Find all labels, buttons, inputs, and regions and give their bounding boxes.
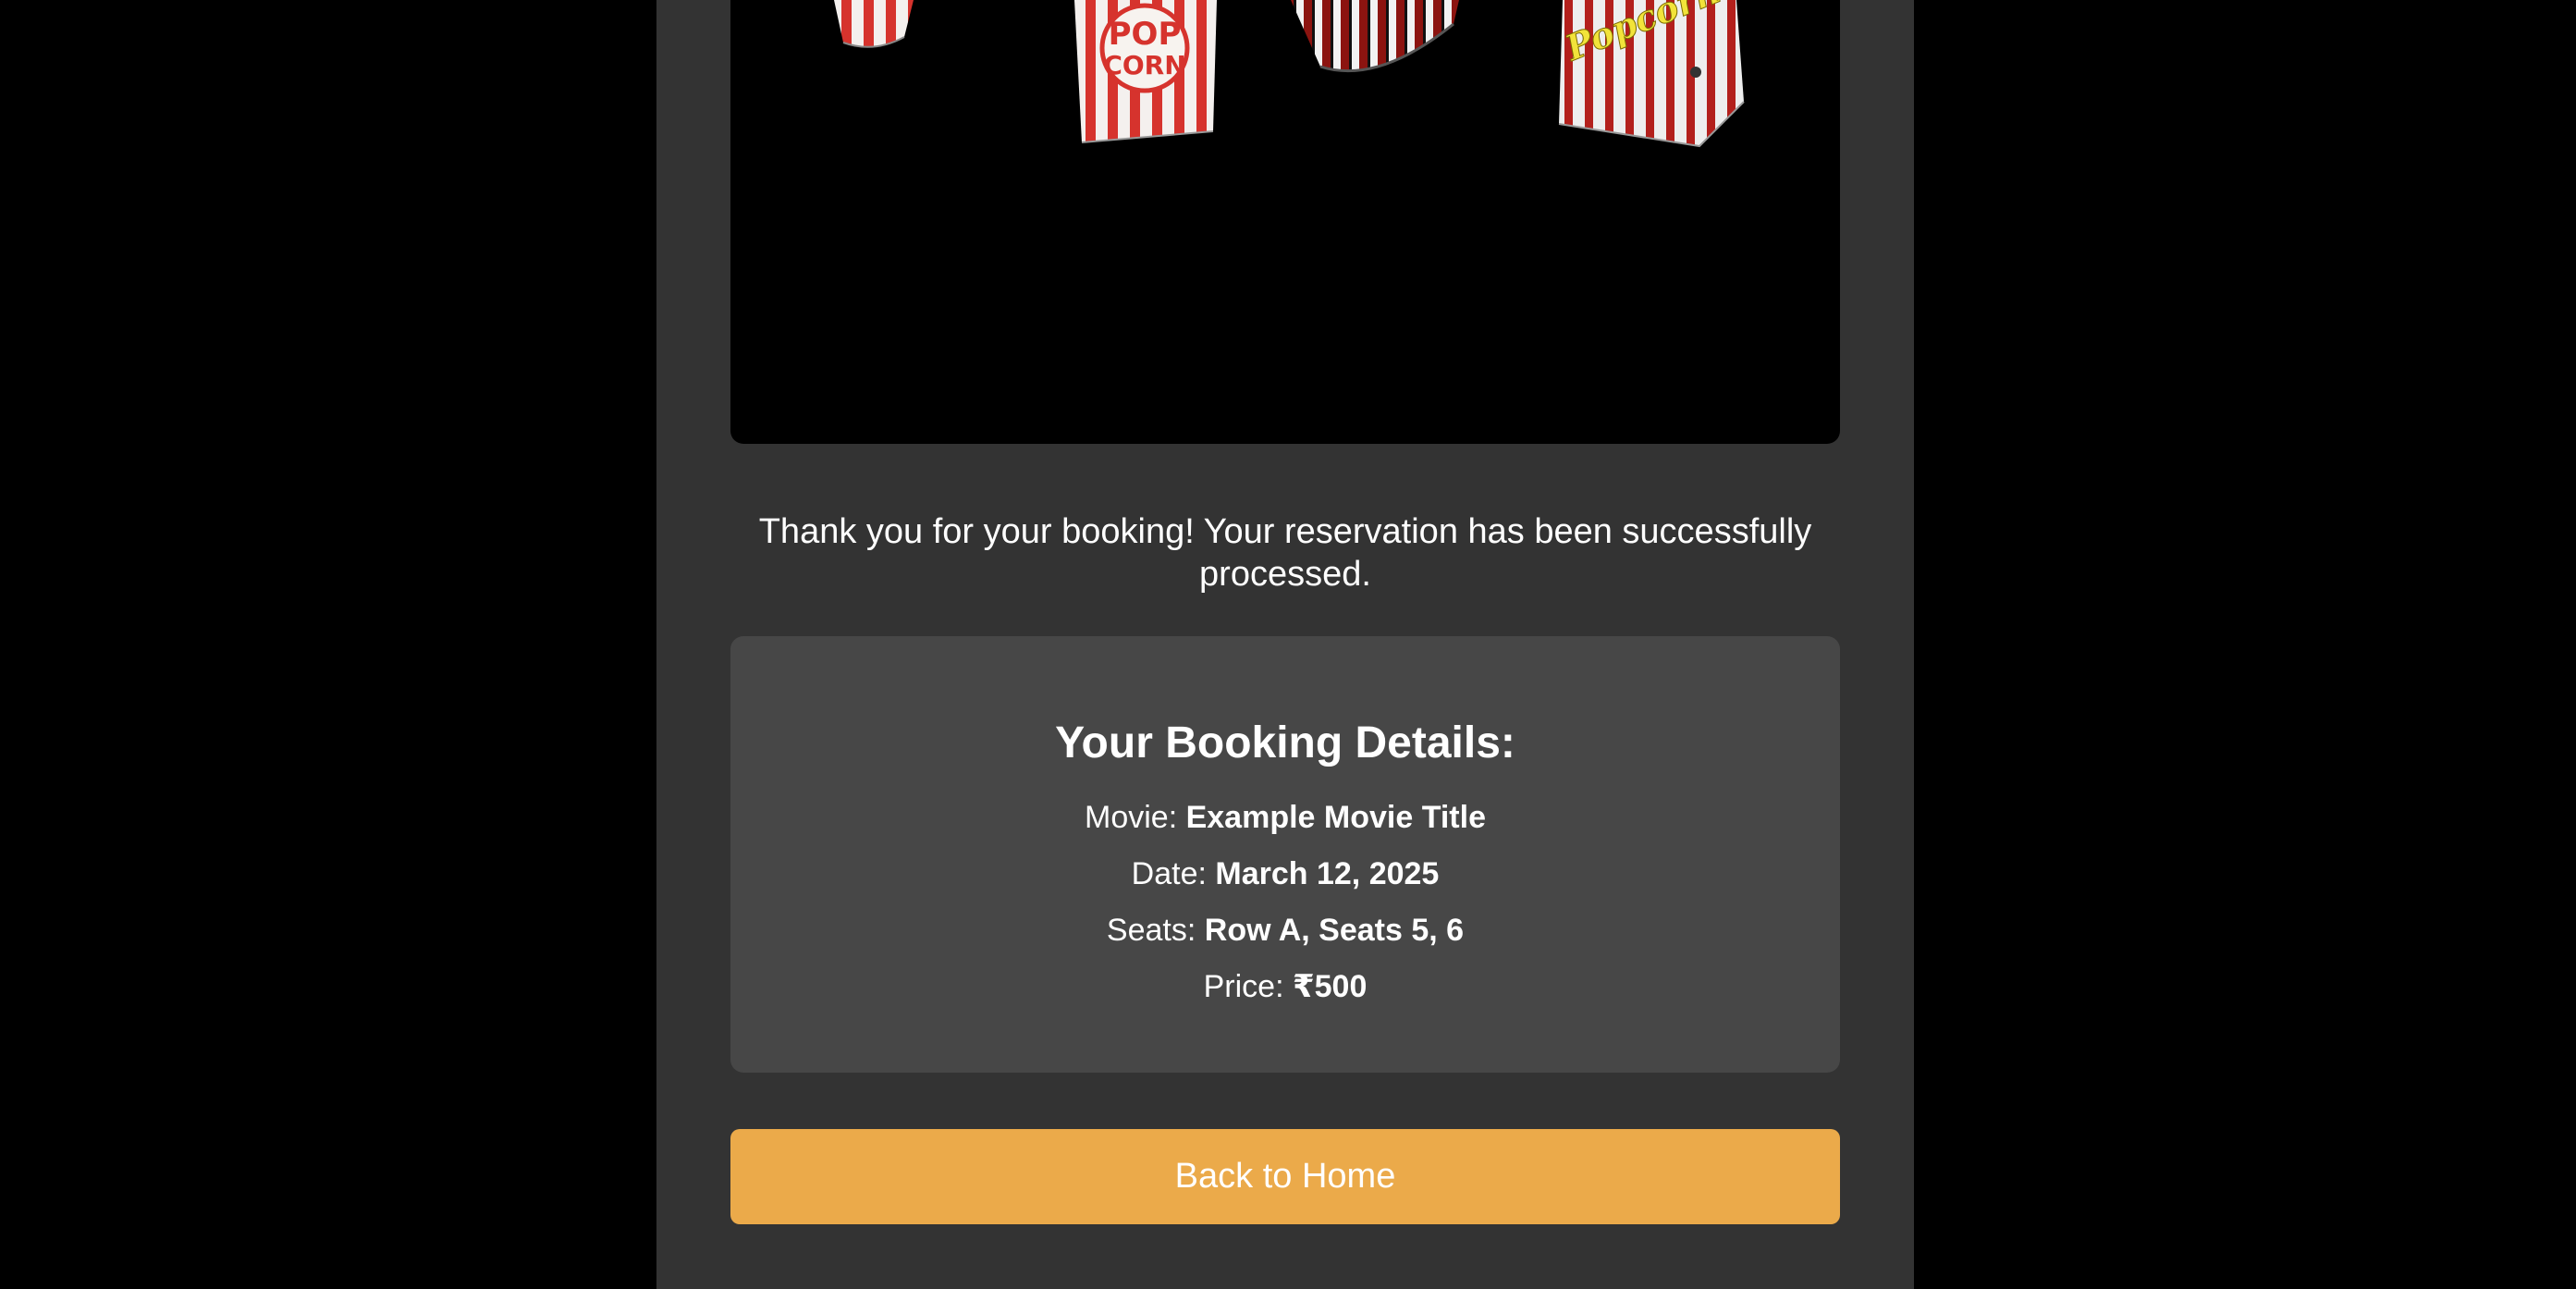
popcorn-illustration: POP CORN Popcorn [834,0,1745,148]
price-row: Price: ₹500 [730,968,1840,1005]
date-row: Date: March 12, 2025 [730,855,1840,892]
date-label: Date: [1131,856,1207,891]
movie-label: Movie: [1085,800,1178,835]
seats-value: Row A, Seats 5, 6 [1204,913,1465,948]
movie-value: Example Movie Title [1185,800,1486,835]
popcorn-bucket-4: Popcorn [1558,0,1745,148]
svg-text:POP: POP [1109,16,1182,53]
popcorn-bucket-1 [834,0,914,48]
popcorn-bucket-2: POP CORN [1074,0,1217,143]
movie-row: Movie: Example Movie Title [730,799,1840,836]
seats-row: Seats: Row A, Seats 5, 6 [730,912,1840,949]
date-value: March 12, 2025 [1215,856,1440,891]
booking-details-card: Your Booking Details: Movie: Example Mov… [730,636,1840,1073]
main-panel: POP CORN Popcorn Thank you for your book… [656,0,1914,1289]
seats-label: Seats: [1106,913,1196,948]
price-label: Price: [1203,969,1284,1004]
price-value: ₹500 [1292,969,1368,1004]
confirmation-message: Thank you for your booking! Your reserva… [758,512,1812,594]
popcorn-bucket-3 [1291,0,1459,73]
booking-details-heading: Your Booking Details: [1055,718,1515,767]
hero-image: POP CORN Popcorn [730,0,1840,444]
back-to-home-button[interactable]: Back to Home [730,1129,1840,1224]
svg-text:CORN: CORN [1103,50,1185,80]
